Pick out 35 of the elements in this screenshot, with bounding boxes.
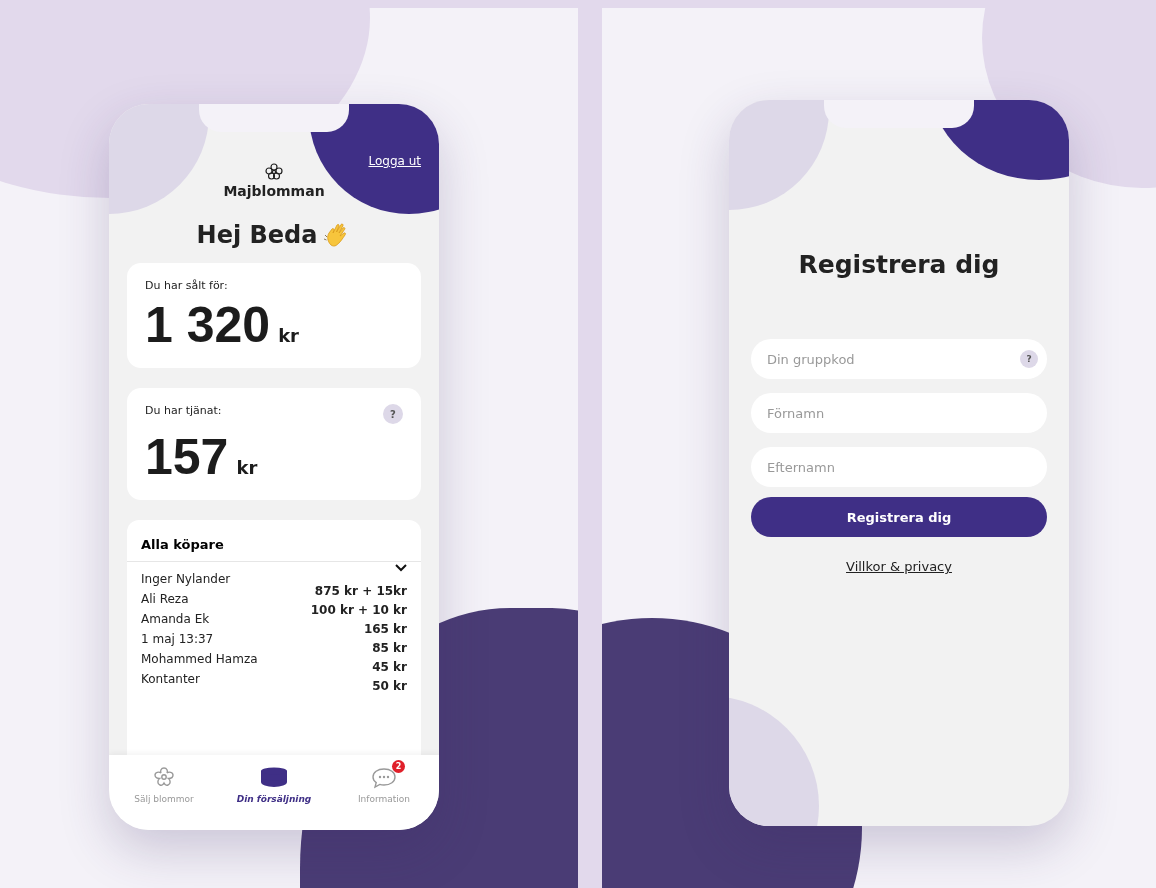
tab-item[interactable]: Din försäljning <box>224 758 324 804</box>
text-field[interactable]: Efternamn <box>751 447 1047 487</box>
buyer-name: Inger Nylander <box>141 572 232 586</box>
earned-amount: 157 <box>145 428 229 486</box>
greeting-title: Hej Beda <box>196 221 318 249</box>
coin-stack-icon <box>259 767 289 789</box>
buyer-name: Amanda Ek <box>141 612 211 626</box>
buyers-title: Alla köpare <box>141 537 224 552</box>
buyer-amount: 85 kr <box>372 641 407 655</box>
currency-unit: kr <box>278 325 299 346</box>
card-label: Du har sålt för: <box>145 279 229 292</box>
buyer-name: Ali Reza <box>141 592 190 606</box>
buyer-name: Mohammed Hamza <box>141 652 258 666</box>
text-field[interactable]: Förnamn <box>751 393 1047 433</box>
logo-text: Majblomman <box>223 183 325 199</box>
chevron-down-icon[interactable] <box>395 564 407 572</box>
register-button[interactable]: Registrera dig <box>751 497 1047 537</box>
buyer-amount: 165 kr <box>363 622 407 636</box>
buyer-amount: 875 kr + 15kr <box>314 584 407 598</box>
logout-link[interactable]: Logga ut <box>368 154 421 168</box>
sold-amount: 1 320 <box>145 296 271 354</box>
help-button[interactable]: ? <box>383 404 403 424</box>
tab-item[interactable]: 2 Information <box>334 758 434 804</box>
buyer-name: 1 maj 13:37 <box>141 632 215 646</box>
register-title: Registrera dig <box>798 250 1000 279</box>
buyer-name: Kontanter <box>141 672 201 686</box>
notification-badge: 2 <box>392 760 405 773</box>
buyer-amount: 50 kr <box>372 679 407 693</box>
flower-icon <box>264 162 284 182</box>
buyer-amount: 100 kr + 10 kr <box>310 603 407 617</box>
buyer-amount: 45 kr <box>372 660 407 674</box>
chat-bubble-icon <box>370 766 398 790</box>
terms-link[interactable]: Villkor & privacy <box>846 559 952 574</box>
card-label: Du har tjänat: <box>145 404 222 417</box>
currency-unit: kr <box>236 457 258 478</box>
